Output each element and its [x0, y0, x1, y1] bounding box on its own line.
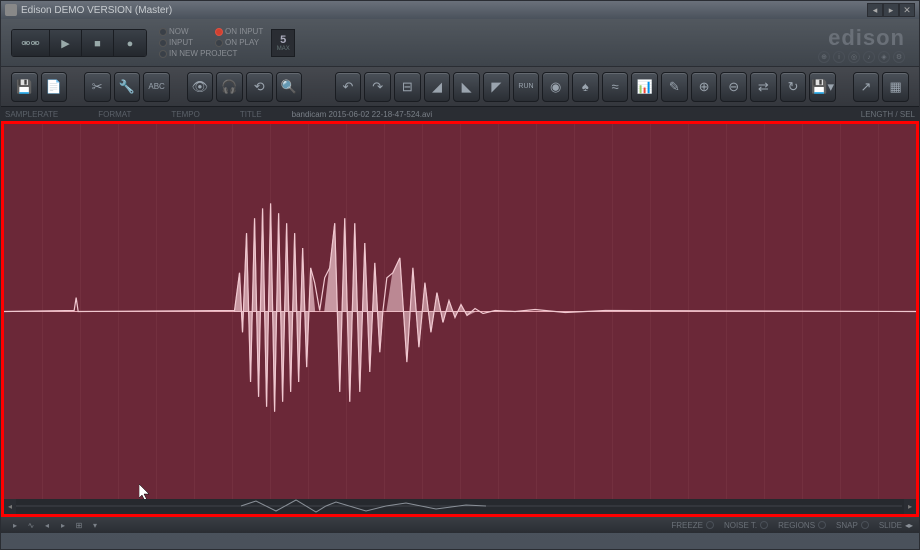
title-value: bandicam 2015-06-02 22-18-47-524.avi: [292, 110, 861, 119]
record-options: NOW ON INPUT INPUT ON PLAY IN NEW PROJEC…: [159, 26, 263, 59]
overview-track[interactable]: [16, 499, 904, 514]
trim-button[interactable]: ⊟: [394, 72, 421, 102]
tempo-label: TEMPO: [171, 110, 199, 119]
app-icon: [5, 4, 17, 16]
wave-mode-button[interactable]: ∿: [23, 519, 39, 531]
marker-next-button[interactable]: ▸: [55, 519, 71, 531]
noise-toggle[interactable]: NOISE T.: [724, 521, 768, 530]
stop-button[interactable]: ■: [82, 30, 114, 57]
globe-icon[interactable]: ⊕: [818, 51, 830, 63]
grid-button[interactable]: ▦: [882, 72, 909, 102]
envelope-button[interactable]: ◢: [424, 72, 451, 102]
main-toolbar: 💾 📄 ✂ 🔧 ABC 👁 🎧 ⟲ 🔍 ↶ ↷ ⊟ ◢ ◣ ◤ RUN ◉ ♠ …: [1, 67, 919, 107]
save-button[interactable]: 💾: [11, 72, 38, 102]
redo-button[interactable]: ↷: [364, 72, 391, 102]
format-label: FORMAT: [98, 110, 131, 119]
play-footer-button[interactable]: ▸: [7, 519, 23, 531]
rec-oninput-dot[interactable]: [215, 28, 223, 36]
reverb-button[interactable]: ◉: [542, 72, 569, 102]
waveform-display[interactable]: [1, 121, 919, 499]
titlebar[interactable]: Edison DEMO VERSION (Master) ◂ ▸ ✕: [1, 1, 919, 19]
rec-now-label: NOW: [169, 26, 213, 37]
preview-button[interactable]: 🎧: [216, 72, 243, 102]
length-label: LENGTH / SEL: [861, 110, 915, 119]
overview-scrollbar[interactable]: ◂ ▸: [1, 499, 919, 517]
spectrum-button[interactable]: 📊: [631, 72, 658, 102]
undo-button[interactable]: ↶: [335, 72, 362, 102]
gear-icon[interactable]: ⚙: [893, 51, 905, 63]
rec-newproject-label: IN NEW PROJECT: [169, 48, 237, 59]
tools-button[interactable]: 🔧: [114, 72, 141, 102]
marker-prev-button[interactable]: ◂: [39, 519, 55, 531]
slide-toggle[interactable]: SLIDE◂▸: [879, 521, 913, 530]
regions-toggle[interactable]: REGIONS: [778, 521, 826, 530]
snap-toggle[interactable]: SNAP: [836, 521, 869, 530]
title-label: TITLE: [240, 110, 262, 119]
target-icon[interactable]: ◎: [848, 51, 860, 63]
normalize-button[interactable]: ⊕: [691, 72, 718, 102]
play-button[interactable]: ▶: [50, 30, 82, 57]
transport-section: ⚮⚮ ▶ ■ ● NOW ON INPUT INPUT ON PLAY IN N…: [1, 19, 919, 67]
record-button[interactable]: ●: [114, 30, 146, 57]
fadein-button[interactable]: ◣: [453, 72, 480, 102]
cut-button[interactable]: ✂: [84, 72, 111, 102]
zoom-button[interactable]: 🔍: [276, 72, 303, 102]
eq-button[interactable]: ♠: [572, 72, 599, 102]
samplerate-label: SAMPLERATE: [5, 110, 58, 119]
scroll-left-button[interactable]: ◂: [4, 499, 16, 514]
brand-logo: edison: [828, 25, 905, 51]
rec-oninput-label: ON INPUT: [225, 26, 263, 37]
record-loop-button[interactable]: ⚮⚮: [12, 30, 50, 57]
diamond-icon[interactable]: ◈: [878, 51, 890, 63]
rename-button[interactable]: ABC: [143, 72, 170, 102]
prev-preset-button[interactable]: ◂: [867, 3, 883, 17]
close-button[interactable]: ✕: [899, 3, 915, 17]
refresh-button[interactable]: ↻: [780, 72, 807, 102]
window-title: Edison DEMO VERSION (Master): [21, 5, 867, 16]
disk-menu-button[interactable]: 💾▾: [809, 72, 836, 102]
zoom-footer-button[interactable]: ⊞: [71, 519, 87, 531]
run-button[interactable]: RUN: [513, 72, 540, 102]
freeze-toggle[interactable]: FREEZE: [671, 521, 714, 530]
view-button[interactable]: 👁: [187, 72, 214, 102]
fadeout-button[interactable]: ◤: [483, 72, 510, 102]
rec-input-label: INPUT: [169, 37, 213, 48]
tune-button[interactable]: ✎: [661, 72, 688, 102]
scroll-right-button[interactable]: ▸: [904, 499, 916, 514]
max-num: 5: [280, 34, 286, 46]
footer-bar: ▸ ∿ ◂ ▸ ⊞ ▾ FREEZE NOISE T. REGIONS SNAP…: [1, 517, 919, 533]
mini-icons: ⊕ i ◎ ♪ ◈ ⚙: [818, 51, 905, 63]
rec-newproject-dot[interactable]: [159, 50, 167, 58]
rec-onplay-dot[interactable]: [215, 39, 223, 47]
blur-button[interactable]: ≈: [602, 72, 629, 102]
next-preset-button[interactable]: ▸: [883, 3, 899, 17]
menu-footer-button[interactable]: ▾: [87, 519, 103, 531]
rec-onplay-label: ON PLAY: [225, 37, 259, 48]
reverse-button[interactable]: ⇄: [750, 72, 777, 102]
send-button[interactable]: ↗: [853, 72, 880, 102]
max-label: MAX: [277, 46, 290, 52]
max-indicator[interactable]: 5 MAX: [271, 29, 295, 57]
transport-controls: ⚮⚮ ▶ ■ ●: [11, 29, 147, 57]
rec-now-dot[interactable]: [159, 28, 167, 36]
loop-button[interactable]: ⟲: [246, 72, 273, 102]
note-icon[interactable]: ♪: [863, 51, 875, 63]
open-button[interactable]: 📄: [41, 72, 68, 102]
rec-input-dot[interactable]: [159, 39, 167, 47]
amp-button[interactable]: ⊖: [720, 72, 747, 102]
info-icon[interactable]: i: [833, 51, 845, 63]
info-bar: SAMPLERATE FORMAT TEMPO TITLE bandicam 2…: [1, 107, 919, 121]
